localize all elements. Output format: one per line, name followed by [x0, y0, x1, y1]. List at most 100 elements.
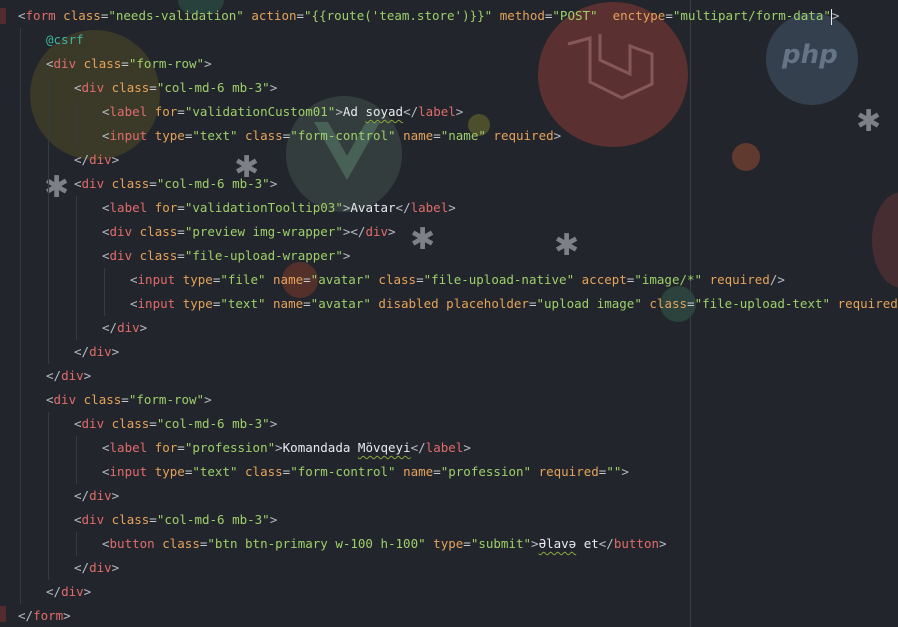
code-token: div [89, 560, 112, 575]
code-token: div [117, 320, 140, 335]
code-token: < [102, 224, 110, 239]
code-token: < [74, 80, 82, 95]
code-line[interactable]: <button class="btn btn-primary w-100 h-1… [102, 532, 667, 556]
code-token: > [63, 608, 71, 623]
code-line[interactable]: </div> [46, 364, 91, 388]
code-line[interactable]: <label for="validationCustom01">Ad soyad… [102, 100, 463, 124]
code-token: </ [46, 368, 62, 383]
code-line[interactable]: </form> [18, 604, 71, 627]
code-token: div [61, 584, 84, 599]
code-token: > [269, 80, 278, 95]
php-logo-label: php [782, 40, 838, 70]
code-line[interactable]: <div class="form-row"> [46, 388, 212, 412]
code-token: "upload image" [536, 296, 642, 311]
code-line[interactable]: </div> [46, 580, 91, 604]
code-token: "image/*" [634, 272, 703, 287]
laravel-glyph-icon [567, 34, 654, 100]
code-token: "file-upload-text" [694, 296, 831, 311]
code-token: required [709, 272, 770, 287]
code-token: > [83, 584, 92, 599]
code-token: > [448, 200, 456, 215]
code-line[interactable]: </div> [74, 340, 119, 364]
code-line[interactable]: <div class="col-md-6 mb-3"> [74, 76, 277, 100]
code-token: = [303, 296, 311, 311]
code-line[interactable]: <div class="file-upload-wrapper"> [102, 244, 350, 268]
code-token: < [18, 8, 26, 23]
decorative-dot [732, 143, 760, 171]
code-token: disabled [378, 296, 439, 311]
code-line[interactable]: <label for="profession">Komandada Mövqey… [102, 436, 471, 460]
code-token: </ [410, 440, 426, 455]
code-line[interactable]: <label for="validationTooltip03">Avatar<… [102, 196, 456, 220]
decorative-circle [872, 192, 898, 288]
code-line[interactable]: <input type="text" class="form-control" … [102, 460, 629, 484]
code-token: required [493, 128, 554, 143]
code-token: > [275, 440, 283, 455]
code-line[interactable]: @csrf [46, 28, 84, 52]
indent-guide [76, 196, 77, 340]
code-token: < [102, 248, 110, 263]
code-token: > [831, 8, 840, 23]
code-line[interactable]: <input type="file" name="avatar" class="… [130, 268, 785, 292]
code-token: = [177, 440, 185, 455]
code-token: </ [102, 320, 118, 335]
code-token: > [531, 536, 539, 551]
code-token: > [111, 152, 120, 167]
code-token: div [365, 224, 389, 239]
code-token: < [74, 176, 82, 191]
code-line[interactable]: <input type="text" class="form-control" … [102, 124, 561, 148]
code-token: div [81, 416, 105, 431]
code-token: = [177, 200, 185, 215]
code-token: = [528, 296, 537, 311]
code-token: name [273, 272, 304, 287]
code-token: "file-upload-wrapper" [184, 248, 343, 263]
code-editor[interactable]: php ✱ ✱ ✱ ✱ ✱ ✱ <form class="needs-valid… [0, 0, 898, 627]
code-token: enctype [612, 8, 666, 23]
code-token: label [109, 200, 148, 215]
code-token: class [63, 8, 101, 23]
code-token: = [416, 272, 424, 287]
code-token: </ [74, 488, 90, 503]
code-token: "validationTooltip03" [184, 200, 343, 215]
code-token: < [102, 536, 110, 551]
code-line[interactable]: </div> [74, 484, 119, 508]
code-token: "form-row" [128, 392, 205, 407]
code-token: "btn btn-primary w-100 h-100" [207, 536, 426, 551]
gutter-marker [0, 606, 6, 622]
code-token: class [139, 248, 178, 263]
code-token: "form-control" [290, 464, 396, 479]
code-token: class [162, 536, 200, 551]
code-line[interactable]: <div class="form-row"> [46, 52, 212, 76]
code-token: < [130, 272, 138, 287]
code-line[interactable]: <div class="preview img-wrapper"></div> [102, 220, 396, 244]
code-token: div [61, 368, 84, 383]
code-token: div [81, 176, 105, 191]
code-token: name [273, 296, 304, 311]
code-token: "form-row" [128, 56, 205, 71]
code-line[interactable]: </div> [74, 148, 119, 172]
code-line[interactable]: <input type="text" name="avatar" disable… [130, 292, 898, 316]
code-token: > [463, 440, 471, 455]
indent-guide [48, 76, 49, 364]
code-token: accept [581, 272, 627, 287]
code-line[interactable]: <div class="col-md-6 mb-3"> [74, 172, 277, 196]
code-token: div [53, 56, 77, 71]
code-line[interactable]: <form class="needs-validation" action="{… [18, 4, 839, 28]
code-token: div [109, 248, 133, 263]
code-line[interactable]: <div class="col-md-6 mb-3"> [74, 412, 277, 436]
code-line[interactable]: <div class="col-md-6 mb-3"> [74, 508, 277, 532]
code-token: name [403, 128, 434, 143]
code-token: > [204, 56, 212, 71]
indent-guide [48, 412, 49, 580]
code-line[interactable]: </div> [74, 556, 119, 580]
code-token: > [204, 392, 212, 407]
code-line[interactable]: </div> [102, 316, 147, 340]
